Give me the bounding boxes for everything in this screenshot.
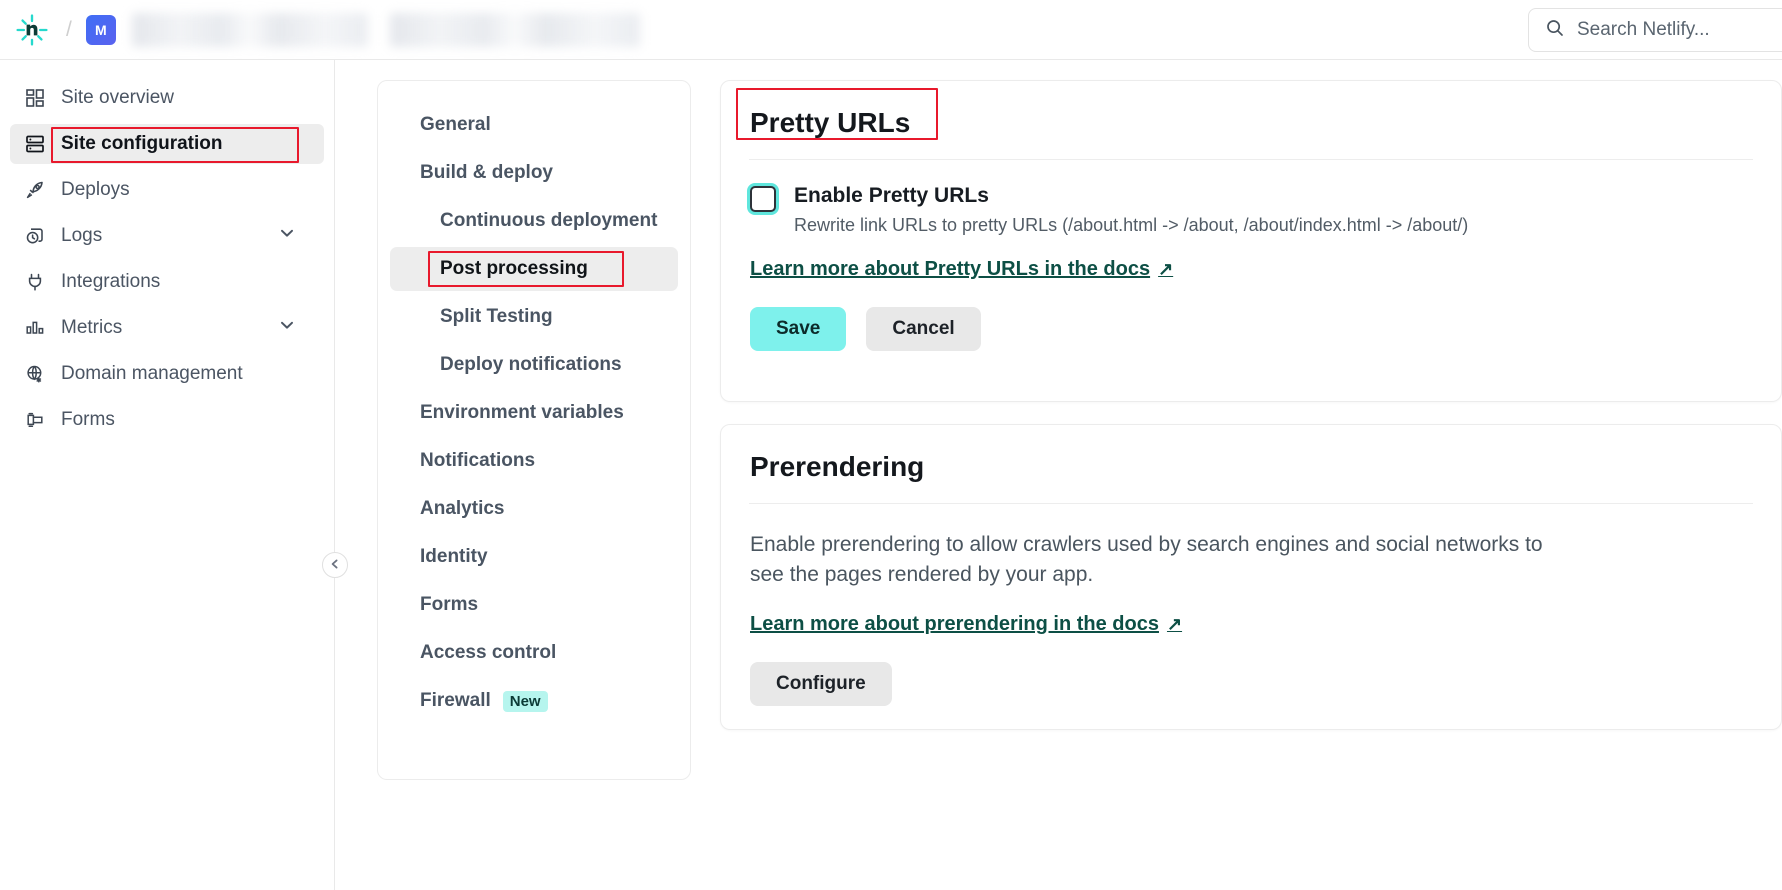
sidebar-item-label: Site overview [61, 87, 174, 108]
config-nav-label: Post processing [440, 258, 588, 279]
redacted-site-url [389, 12, 640, 47]
sidebar-item-label: Deploys [61, 179, 130, 200]
sidebar-item-label: Site configuration [61, 133, 223, 154]
config-nav-item-identity[interactable]: Identity [390, 535, 678, 579]
config-nav-label: Firewall [420, 690, 491, 711]
sidebar-item-logs[interactable]: Logs [10, 216, 324, 256]
pretty-urls-docs-link[interactable]: Learn more about Pretty URLs in the docs… [750, 258, 1173, 281]
chevron-down-icon[interactable] [278, 224, 296, 248]
prerendering-docs-link[interactable]: Learn more about prerendering in the doc… [750, 613, 1182, 636]
page-title: Pretty URLs [736, 88, 938, 140]
site-configuration-nav: General Build & deploy Continuous deploy… [377, 80, 691, 780]
enable-pretty-urls-label: Enable Pretty URLs [794, 184, 989, 207]
config-nav-label: Analytics [420, 498, 505, 519]
external-link-icon: ↗ [1158, 259, 1174, 280]
pretty-urls-docs-link-text: Learn more about Pretty URLs in the docs [750, 258, 1151, 281]
annotation-box-pretty-urls [736, 88, 938, 140]
save-button[interactable]: Save [750, 307, 847, 352]
config-nav-item-notifications[interactable]: Notifications [390, 439, 678, 483]
config-nav-item-split-testing[interactable]: Split Testing [390, 295, 678, 339]
sidebar-item-metrics[interactable]: Metrics [10, 308, 324, 348]
sidebar-item-label: Forms [61, 409, 115, 430]
config-nav-label: Access control [420, 642, 557, 663]
sidebar-item-integrations[interactable]: Integrations [10, 262, 324, 302]
redacted-site-name [131, 12, 368, 47]
config-nav-item-access-control[interactable]: Access control [390, 631, 678, 675]
chevron-down-icon[interactable] [278, 316, 296, 340]
sidebar-item-label: Domain management [61, 363, 243, 384]
sidebar-item-site-overview[interactable]: Site overview [10, 78, 324, 118]
config-nav-item-deploy-notifications[interactable]: Deploy notifications [390, 343, 678, 387]
config-nav-label: Build & deploy [420, 162, 553, 183]
sidebar-item-domain-management[interactable]: Domain management [10, 354, 324, 394]
config-nav-item-continuous-deployment[interactable]: Continuous deployment [390, 199, 678, 243]
config-nav-label: Continuous deployment [440, 210, 658, 231]
logs-icon [22, 223, 48, 249]
config-nav-item-environment-variables[interactable]: Environment variables [390, 391, 678, 435]
globe-icon [22, 361, 48, 387]
config-nav-label: Environment variables [420, 402, 624, 423]
bar-chart-icon [22, 315, 48, 341]
prerendering-card: Prerendering Enable prerendering to allo… [720, 424, 1782, 730]
prerendering-docs-link-text: Learn more about prerendering in the doc… [750, 612, 1159, 635]
plug-icon [22, 269, 48, 295]
search-input[interactable]: Search Netlify... [1528, 8, 1782, 52]
divider [749, 159, 1753, 160]
search-placeholder: Search Netlify... [1577, 19, 1710, 40]
search-icon [1545, 18, 1565, 43]
status-badge-new: New [502, 690, 548, 712]
sidebar-collapse-button[interactable] [322, 552, 348, 578]
config-nav-item-forms[interactable]: Forms [390, 583, 678, 627]
sidebar-item-forms[interactable]: Forms [10, 400, 324, 440]
config-nav-label: General [420, 114, 491, 135]
sidebar-item-label: Metrics [61, 317, 123, 338]
config-nav-item-analytics[interactable]: Analytics [390, 487, 678, 531]
avatar[interactable]: M [85, 14, 116, 45]
config-nav-label: Deploy notifications [440, 354, 622, 375]
sidebar-item-deploys[interactable]: Deploys [10, 170, 324, 210]
prerendering-description: Enable prerendering to allow crawlers us… [750, 533, 1543, 587]
enable-pretty-urls-checkbox[interactable] [750, 186, 776, 212]
rocket-icon [22, 177, 48, 203]
config-nav-item-post-processing[interactable]: Post processing [390, 247, 678, 291]
config-nav-label: Identity [420, 546, 488, 567]
breadcrumb-separator: / [66, 17, 72, 41]
external-link-icon: ↗ [1166, 613, 1183, 634]
prerendering-title: Prerendering [750, 451, 925, 482]
divider [749, 503, 1753, 504]
enable-pretty-urls-row[interactable]: Enable Pretty URLs Rewrite link URLs to … [750, 184, 1781, 236]
netlify-logo-icon[interactable] [4, 0, 60, 60]
server-icon [22, 131, 48, 157]
pretty-urls-actions: Save Cancel [750, 307, 1781, 352]
cancel-button[interactable]: Cancel [866, 307, 981, 352]
enable-pretty-urls-description: Rewrite link URLs to pretty URLs (/about… [794, 215, 1469, 236]
grid-icon [22, 85, 48, 111]
pretty-urls-card: Pretty URLs Enable Pretty URLs Rewrite l… [720, 80, 1782, 402]
main-sidebar: Site overview Site configuration Deploys [0, 60, 335, 890]
top-bar: / M Search Netlify... [0, 0, 1782, 60]
config-nav-item-firewall[interactable]: Firewall New [390, 679, 678, 723]
config-nav-item-general[interactable]: General [390, 103, 678, 147]
sidebar-item-label: Integrations [61, 271, 161, 292]
config-nav-label: Forms [420, 594, 479, 615]
form-icon [22, 407, 48, 433]
config-nav-item-build-deploy[interactable]: Build & deploy [390, 151, 678, 195]
config-nav-label: Notifications [420, 450, 536, 471]
configure-button[interactable]: Configure [750, 661, 892, 706]
sidebar-item-site-configuration[interactable]: Site configuration [10, 124, 324, 164]
sidebar-item-label: Logs [61, 225, 103, 246]
chevron-left-icon [329, 558, 341, 573]
config-nav-label: Split Testing [440, 306, 553, 327]
prerendering-actions: Configure [750, 661, 1781, 706]
